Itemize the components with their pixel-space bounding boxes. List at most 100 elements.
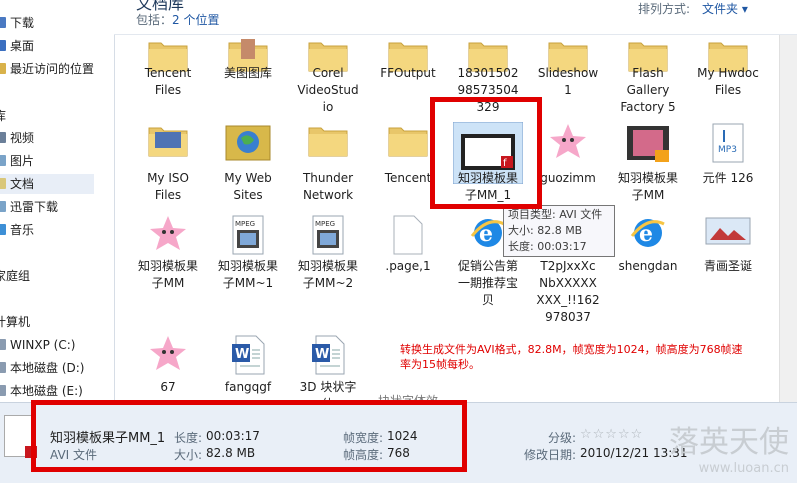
mpeg-file-icon: MPEG <box>311 214 345 256</box>
nav-item-homegroup[interactable]: 家庭组 <box>0 266 30 286</box>
details-rating-label: 分级: <box>548 431 577 445</box>
ie-html-icon: e <box>629 214 667 252</box>
vertical-scrollbar[interactable] <box>779 35 797 402</box>
nav-item-libraries[interactable]: 库 <box>0 106 6 126</box>
iso-folder-icon-graphic <box>148 127 188 157</box>
file-label: 青画圣诞 <box>703 259 752 273</box>
sort-dropdown[interactable]: 文件夹 ▾ <box>702 0 748 17</box>
library-header: 文档库 包括：2 个位置 排列方式: 文件夹 ▾ <box>114 0 797 35</box>
sort-label: 排列方式: <box>638 2 691 16</box>
file-label: My Hwdoc Files <box>697 66 759 97</box>
file-label: 促销公告第 一期推荐宝 贝 <box>457 259 518 307</box>
file-label: fangqgf <box>224 380 272 394</box>
ie-html-icon-graphic: e <box>470 219 505 247</box>
nav-item-drive-e[interactable]: 本地磁盘 (E:) <box>0 381 83 401</box>
word-document-icon-graphic: W <box>312 335 345 375</box>
nav-item-documents[interactable]: 文档 <box>0 174 94 194</box>
folder-icon-graphic <box>308 127 348 157</box>
nav-item-label: 本地磁盘 (E:) <box>10 384 83 398</box>
folder-icon <box>307 122 349 158</box>
file-label: shengdan <box>618 259 678 273</box>
svg-text:W: W <box>235 347 249 362</box>
word-document-icon: W <box>230 334 266 376</box>
nav-item-label: 库 <box>0 109 7 123</box>
tooltip-length: 长度: 00:03:17 <box>508 240 587 253</box>
ie-html-icon: e <box>469 214 507 252</box>
file-label: T2pJxxXc NbXXXXX XXX_!!162 978037 <box>536 259 600 324</box>
web-folder-icon-graphic <box>225 125 271 161</box>
library-includes: 包括：2 个位置 <box>136 11 219 28</box>
navigation-pane: 下载桌面最近访问的位置库视频图片文档迅雷下载音乐家庭组计算机 WINXP (C:)… <box>0 0 115 402</box>
web-folder-icon <box>224 122 272 162</box>
includes-prefix: 包括： <box>136 13 173 27</box>
nav-item-label: 本地磁盘 (D:) <box>10 361 85 375</box>
pink-star-image-icon <box>148 214 188 254</box>
file-label: 美图图库 <box>223 66 272 80</box>
mpeg-file-icon-graphic: MPEG <box>232 215 264 255</box>
thunder-library-icon <box>0 201 6 212</box>
word-document-icon-graphic: W <box>232 335 265 375</box>
annotation-note: 转换生成文件为AVI格式，82.8M，帧宽度为1024，帧高度为768帧速率为1… <box>400 343 743 371</box>
file-label: .page,1 <box>385 259 431 273</box>
pink-star-image-icon-graphic <box>550 124 586 158</box>
nav-item-label: 音乐 <box>10 223 35 237</box>
details-modified-label: 修改日期: <box>524 448 577 462</box>
nav-item-desktop[interactable]: 桌面 <box>0 36 34 56</box>
mp3-file-icon: MP3 <box>711 122 745 164</box>
nav-item-label: 视频 <box>10 131 35 145</box>
documents-library-icon <box>0 178 6 189</box>
iso-folder-icon <box>147 122 189 158</box>
file-label: FFOutput <box>380 66 436 80</box>
mp3-file-icon-graphic: MP3 <box>712 123 744 163</box>
folder-icon-graphic <box>388 127 428 157</box>
nav-item-pictures[interactable]: 图片 <box>0 151 34 171</box>
picture-file-icon <box>704 214 752 248</box>
nav-item-music[interactable]: 音乐 <box>0 220 34 240</box>
pictures-library-icon <box>0 155 6 166</box>
nav-item-recent[interactable]: 最近访问的位置 <box>0 59 94 79</box>
file-label: 知羽模板果 子MM~1 <box>217 259 278 290</box>
nav-item-drive-c[interactable]: WINXP (C:) <box>0 335 75 355</box>
mpeg-file-icon-graphic: MPEG <box>312 215 344 255</box>
svg-text:MPEG: MPEG <box>235 220 255 228</box>
includes-locations-link[interactable]: 2 个位置 <box>172 13 219 27</box>
svg-text:W: W <box>315 347 329 362</box>
video-film-icon <box>625 122 671 164</box>
drive-icon <box>0 362 6 373</box>
nav-item-videos[interactable]: 视频 <box>0 128 34 148</box>
svg-text:MPEG: MPEG <box>315 220 335 228</box>
folder-icon <box>387 122 429 158</box>
watermark-url: www.luoan.cn <box>698 461 789 476</box>
music-library-icon <box>0 224 6 235</box>
pink-star-image-icon-graphic <box>150 336 186 370</box>
nav-item-downloads[interactable]: 下载 <box>0 13 34 33</box>
video-film-icon-graphic <box>627 126 669 162</box>
file-label: Tencent Files <box>144 66 192 97</box>
pink-star-image-icon <box>148 334 188 374</box>
svg-text:MP3: MP3 <box>718 145 737 155</box>
video-library-icon <box>0 132 6 143</box>
nav-item-thunder[interactable]: 迅雷下载 <box>0 197 58 217</box>
file-label: My Web Sites <box>224 171 272 202</box>
nav-item-label: WINXP (C:) <box>10 338 76 352</box>
watermark-text: 落英天使 <box>669 425 789 460</box>
rating-stars[interactable]: ☆☆☆☆☆ <box>580 427 643 442</box>
download-folder-icon <box>0 17 6 28</box>
nav-item-label: 计算机 <box>0 315 31 329</box>
file-label: 67 <box>160 380 176 394</box>
desktop-icon <box>0 40 6 51</box>
file-tooltip: 项目类型: AVI 文件 大小: 82.8 MB 长度: 00:03:17 <box>503 205 615 257</box>
picture-file-icon-graphic <box>705 217 751 245</box>
nav-item-drive-d[interactable]: 本地磁盘 (D:) <box>0 358 84 378</box>
file-label: 元件 126 <box>702 171 754 185</box>
nav-item-computer[interactable]: 计算机 <box>0 312 30 332</box>
file-label: 知羽模板果 子MM <box>137 259 198 290</box>
blank-file-icon <box>392 214 424 256</box>
word-document-icon: W <box>310 334 346 376</box>
tooltip-size: 大小: 82.8 MB <box>508 224 583 237</box>
pink-star-image-icon <box>548 122 588 162</box>
nav-item-label: 迅雷下载 <box>10 200 59 214</box>
drive-icon <box>0 339 6 350</box>
pink-star-image-icon-graphic <box>150 216 186 250</box>
tooltip-type: 项目类型: AVI 文件 <box>508 208 603 221</box>
